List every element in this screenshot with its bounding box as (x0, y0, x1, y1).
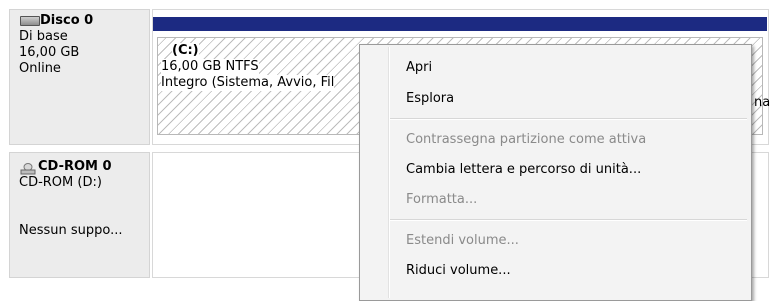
menu-separator (390, 118, 747, 120)
disk-0-status: Online (19, 61, 61, 76)
disk-0-info[interactable]: Disco 0 Di base 16,00 GB Online (9, 9, 150, 145)
context-menu-gutter (388, 47, 390, 298)
menu-item-change-drive-letter[interactable]: Cambia lettera e percorso di unità... (406, 162, 641, 178)
menu-item-apri[interactable]: Apri (406, 60, 432, 76)
hard-disk-icon (20, 16, 40, 26)
menu-item-extend-volume[interactable]: Estendi volume... (406, 233, 519, 249)
partition-c-letter: (C:) (172, 43, 199, 59)
disk-0-type: Di base (19, 29, 68, 44)
menu-item-esplora[interactable]: Esplora (406, 91, 454, 107)
partition-c-status: Integro (Sistema, Avvio, Fil (161, 75, 335, 91)
menu-item-shrink-volume[interactable]: Riduci volume... (406, 263, 511, 279)
cd-rom-icon (20, 160, 36, 175)
disk-0-name: Disco 0 (40, 13, 94, 28)
menu-item-format[interactable]: Formatta... (406, 192, 477, 208)
cd-rom-0-name: CD-ROM 0 (38, 159, 112, 174)
partition-c-clipped-text: na (754, 95, 771, 110)
cd-rom-0-info[interactable]: CD-ROM 0 CD-ROM (D:) Nessun suppo... (9, 152, 150, 278)
cd-rom-0-type: CD-ROM (D:) (19, 175, 102, 190)
partition-c-size: 16,00 GB NTFS (161, 59, 259, 75)
menu-item-mark-active[interactable]: Contrassegna partizione come attiva (406, 132, 646, 148)
menu-separator (390, 219, 747, 221)
disk-0-size: 16,00 GB (19, 45, 80, 60)
context-menu: Apri Esplora Contrassegna partizione com… (359, 44, 752, 301)
primary-partition-bar (153, 17, 767, 31)
cd-rom-0-status: Nessun suppo... (19, 223, 123, 238)
